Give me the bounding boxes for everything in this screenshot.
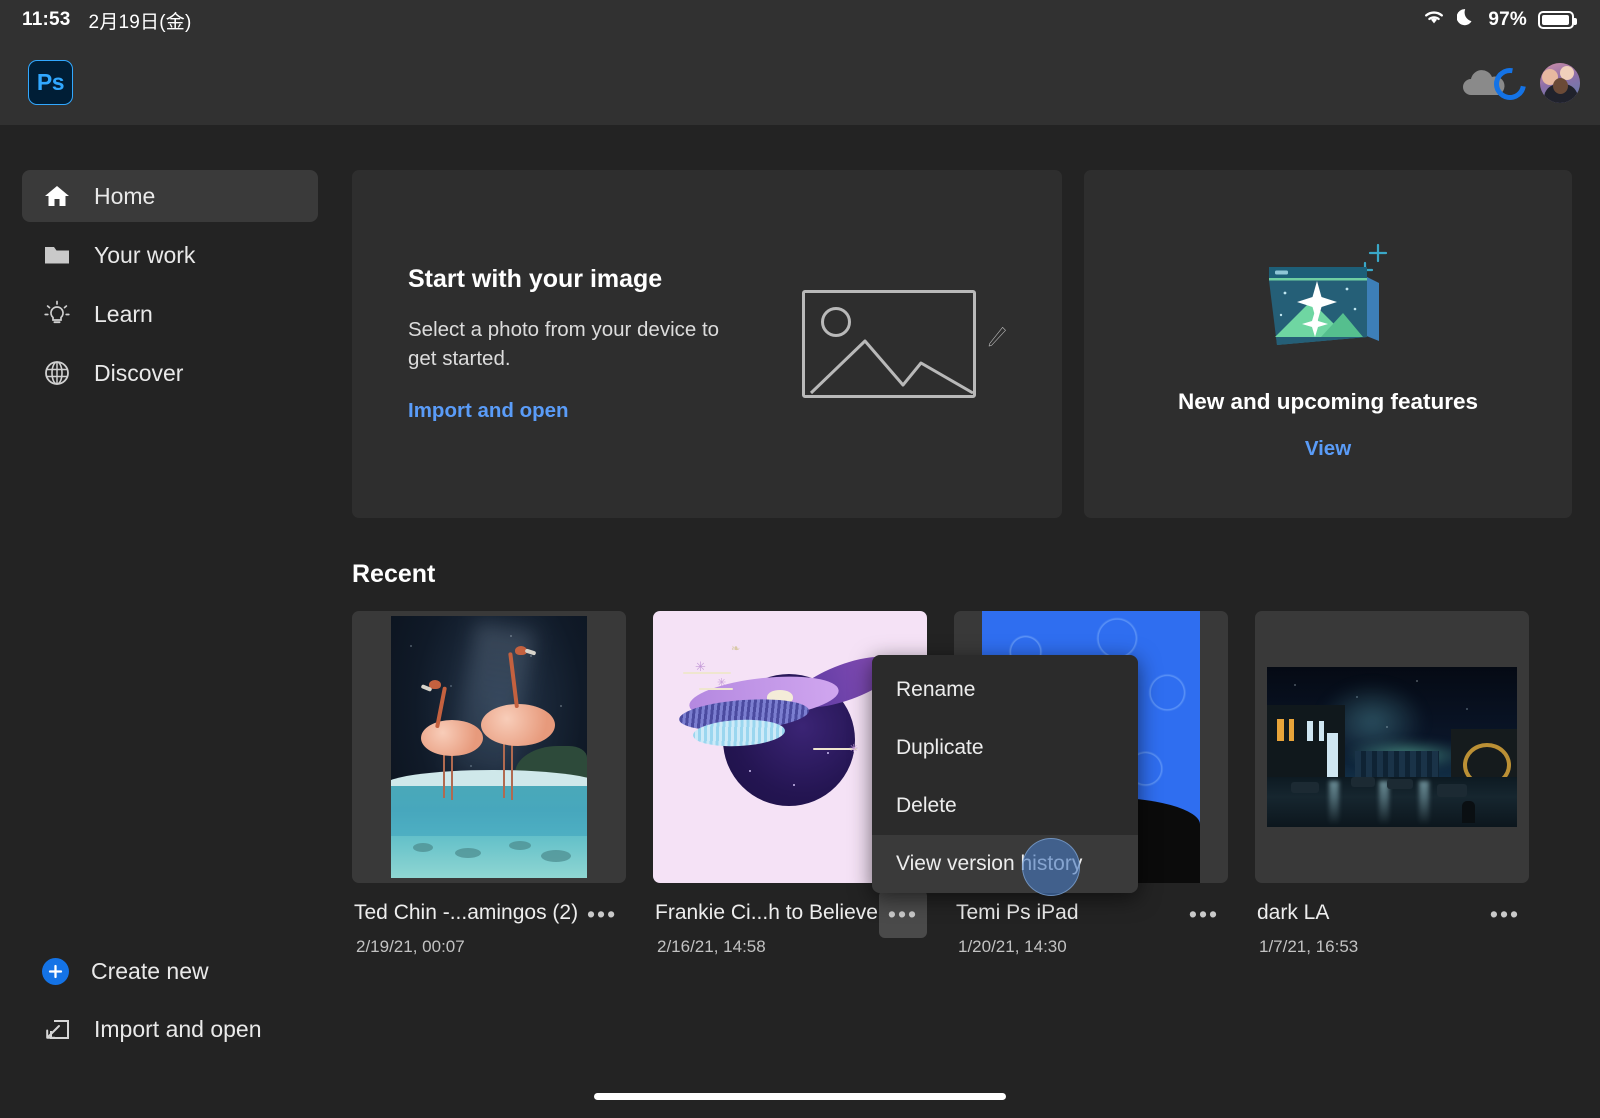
recent-card: dark LA 1/7/21, 16:53 ••• <box>1255 611 1529 957</box>
recent-file-date: 2/16/21, 14:58 <box>655 937 878 957</box>
recent-more-options-button[interactable]: ••• <box>1481 890 1529 938</box>
features-card-title: New and upcoming features <box>1178 389 1478 415</box>
recent-more-options-button[interactable]: ••• <box>879 890 927 938</box>
photoshop-logo[interactable]: Ps <box>28 60 73 105</box>
context-menu-item-rename[interactable]: Rename <box>872 661 1138 719</box>
context-menu-item-delete[interactable]: Delete <box>872 777 1138 835</box>
sidebar: Home Your work <box>0 125 340 1118</box>
create-new-button[interactable]: Create new <box>22 942 322 1000</box>
user-avatar[interactable] <box>1540 63 1580 103</box>
sparkle-layers-icon <box>1255 237 1401 363</box>
sidebar-item-label: Your work <box>94 242 195 269</box>
recent-file-name: Frankie Ci...h to Believe <box>655 901 878 925</box>
sidebar-item-your-work[interactable]: Your work <box>22 229 318 281</box>
folder-icon <box>42 240 72 270</box>
app-header: Ps <box>0 40 1600 125</box>
wifi-icon <box>1422 8 1446 32</box>
recent-heading: Recent <box>352 560 1572 589</box>
recent-card-meta: Frankie Ci...h to Believe 2/16/21, 14:58… <box>653 901 927 957</box>
recent-file-name: Temi Ps iPad <box>956 901 1079 925</box>
recent-file-date: 1/20/21, 14:30 <box>956 937 1079 957</box>
lightbulb-icon <box>42 299 72 329</box>
recent-file-date: 2/19/21, 00:07 <box>354 937 578 957</box>
photoshop-ipad-home-screen: 11:53 2月19日(金) 97% Ps <box>0 0 1600 1118</box>
recent-thumbnail-flamingo[interactable] <box>352 611 626 883</box>
file-context-menu: Rename Duplicate Delete View version his… <box>872 655 1138 893</box>
status-date: 2月19日(金) <box>89 7 192 34</box>
sidebar-item-label: Discover <box>94 360 183 387</box>
ios-status-bar: 11:53 2月19日(金) 97% <box>0 0 1600 40</box>
import-icon <box>42 1014 72 1044</box>
header-actions <box>1460 60 1580 106</box>
home-indicator[interactable] <box>594 1093 1006 1100</box>
context-menu-item-duplicate[interactable]: Duplicate <box>872 719 1138 777</box>
recent-card-meta: dark LA 1/7/21, 16:53 ••• <box>1255 901 1529 957</box>
top-cards-row: Start with your image Select a photo fro… <box>352 170 1572 518</box>
home-icon <box>42 181 72 211</box>
recent-more-options-button[interactable]: ••• <box>578 890 626 938</box>
recent-card: Ted Chin -...amingos (2) 2/19/21, 00:07 … <box>352 611 626 957</box>
sidebar-nav-list: Home Your work <box>0 170 340 399</box>
start-card-import-link[interactable]: Import and open <box>408 399 738 423</box>
image-with-pencil-icon <box>758 290 1020 398</box>
recent-thumbnail-dark-la[interactable] <box>1255 611 1529 883</box>
status-bar-right: 97% <box>1422 7 1574 33</box>
recent-file-name: Ted Chin -...amingos (2) <box>354 901 578 925</box>
start-card-title: Start with your image <box>408 265 738 294</box>
recent-card-meta: Ted Chin -...amingos (2) 2/19/21, 00:07 … <box>352 901 626 957</box>
start-card-description: Select a photo from your device to get s… <box>408 316 738 373</box>
main-content: Start with your image Select a photo fro… <box>340 125 1600 1118</box>
sidebar-item-label: Home <box>94 183 155 210</box>
features-card-view-link[interactable]: View <box>1305 437 1351 461</box>
cloud-sync-icon[interactable] <box>1460 60 1526 106</box>
sidebar-item-home[interactable]: Home <box>22 170 318 222</box>
battery-percent: 97% <box>1488 9 1527 31</box>
recent-file-name: dark LA <box>1257 901 1358 925</box>
recent-card-meta: Temi Ps iPad 1/20/21, 14:30 ••• <box>954 901 1228 957</box>
sidebar-item-label: Learn <box>94 301 153 328</box>
status-time: 11:53 <box>22 9 71 31</box>
battery-icon <box>1538 11 1574 29</box>
import-and-open-button[interactable]: Import and open <box>22 1000 322 1058</box>
start-card-text: Start with your image Select a photo fro… <box>408 265 738 423</box>
sidebar-item-learn[interactable]: Learn <box>22 288 318 340</box>
import-and-open-label: Import and open <box>94 1016 262 1043</box>
recent-file-date: 1/7/21, 16:53 <box>1257 937 1358 957</box>
new-and-upcoming-features-card: New and upcoming features View <box>1084 170 1572 518</box>
create-new-label: Create new <box>91 958 209 985</box>
recent-more-options-button[interactable]: ••• <box>1180 890 1228 938</box>
globe-icon <box>42 358 72 388</box>
moon-icon <box>1457 7 1475 33</box>
sidebar-item-discover[interactable]: Discover <box>22 347 318 399</box>
sidebar-bottom-actions: Create new Import and open <box>22 942 322 1058</box>
status-bar-left: 11:53 2月19日(金) <box>22 7 192 34</box>
context-menu-item-view-version-history[interactable]: View version history <box>872 835 1138 893</box>
plus-circle-icon <box>42 958 69 985</box>
start-with-your-image-card: Start with your image Select a photo fro… <box>352 170 1062 518</box>
